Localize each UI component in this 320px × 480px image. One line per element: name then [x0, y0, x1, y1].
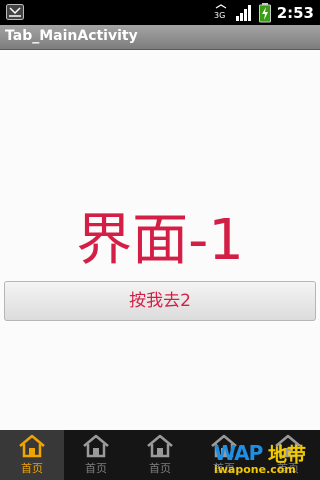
watermark-brand: WAP [214, 441, 263, 465]
tab-home-1[interactable]: 首页 [0, 430, 64, 480]
main-content: 界面-1 按我去2 [0, 50, 320, 430]
go-to-screen-2-button[interactable]: 按我去2 [4, 281, 316, 321]
sync-icon: 3G [214, 3, 226, 20]
watermark-url: iwapone.com [214, 463, 296, 476]
signal-icon [235, 4, 251, 21]
home-icon [147, 434, 173, 458]
battery-charging-icon [258, 2, 271, 22]
home-icon [83, 434, 109, 458]
title-bar: Tab_MainActivity [0, 25, 320, 50]
tab-label: 首页 [149, 462, 171, 475]
screen-headline: 界面-1 [76, 208, 244, 273]
home-icon [19, 434, 45, 458]
network-type-label: 3G [214, 11, 225, 20]
tab-home-3[interactable]: 首页 [128, 430, 192, 480]
tab-label: 首页 [85, 462, 107, 475]
missed-call-icon [6, 4, 24, 20]
page-title: Tab_MainActivity [5, 28, 138, 44]
status-time: 2:53 [276, 3, 314, 22]
tab-label: 首页 [21, 462, 43, 475]
tab-home-2[interactable]: 首页 [64, 430, 128, 480]
status-bar: 3G 2:53 [0, 0, 320, 25]
watermark-logo: WAP 地带 iwapone.com [210, 441, 318, 477]
